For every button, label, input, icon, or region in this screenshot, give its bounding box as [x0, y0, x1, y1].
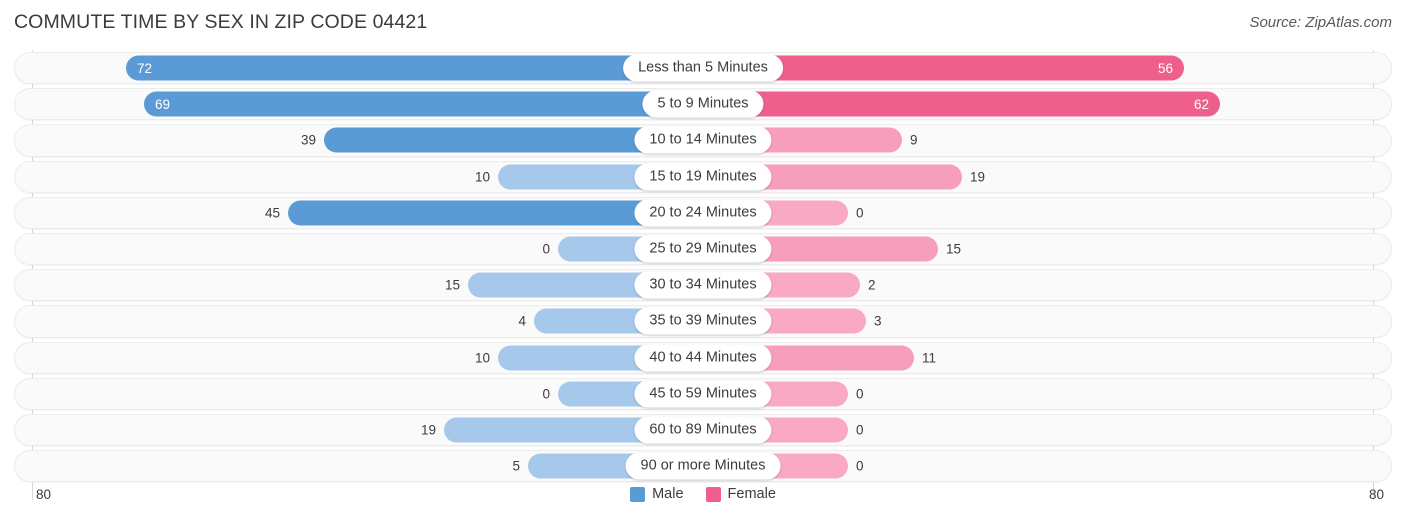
female-value-label: 2: [868, 277, 876, 293]
category-label: 35 to 39 Minutes: [634, 307, 772, 335]
legend-item[interactable]: Male: [630, 486, 684, 502]
male-value-label: 10: [474, 350, 490, 366]
source-attribution: Source: ZipAtlas.com: [1249, 14, 1392, 31]
category-label: 15 to 19 Minutes: [634, 163, 772, 191]
category-label: 60 to 89 Minutes: [634, 416, 772, 444]
female-value-label: 56: [1157, 60, 1173, 76]
male-bar[interactable]: 72: [126, 55, 703, 81]
female-value-label: 3: [874, 313, 882, 329]
male-value-label: 39: [300, 132, 316, 148]
bar-rows-container: 72 56 Less than 5 Minutes 69 62 5 to 9 Minute…: [0, 50, 1406, 484]
row-bars: 39 9 10 to 14 Minutes: [0, 122, 1406, 158]
commute-time-chart: COMMUTE TIME BY SEX IN ZIP CODE 04421 So…: [0, 0, 1406, 523]
female-value-label: 0: [856, 386, 864, 402]
male-value-label: 45: [264, 205, 280, 221]
male-value-label: 15: [444, 277, 460, 293]
female-value-label: 11: [922, 350, 937, 366]
chart-header: COMMUTE TIME BY SEX IN ZIP CODE 04421 So…: [0, 0, 1406, 46]
male-value-label: 10: [474, 169, 490, 185]
legend-label: Male: [652, 486, 684, 502]
category-label: 5 to 9 Minutes: [642, 90, 764, 118]
bar-row: 10 11 40 to 44 Minutes: [0, 340, 1406, 376]
bar-row: 4 3 35 to 39 Minutes: [0, 303, 1406, 339]
female-value-label: 9: [910, 132, 918, 148]
male-value-label: 5: [512, 458, 520, 474]
bar-row: 15 2 30 to 34 Minutes: [0, 267, 1406, 303]
bar-row: 5 0 90 or more Minutes: [0, 448, 1406, 484]
legend-item[interactable]: Female: [705, 486, 776, 502]
row-bars: 10 11 40 to 44 Minutes: [0, 340, 1406, 376]
row-bars: 0 15 25 to 29 Minutes: [0, 231, 1406, 267]
category-label: Less than 5 Minutes: [623, 54, 783, 82]
male-value-label: 4: [518, 313, 526, 329]
row-bars: 15 2 30 to 34 Minutes: [0, 267, 1406, 303]
row-bars: 19 0 60 to 89 Minutes: [0, 412, 1406, 448]
row-bars: 4 3 35 to 39 Minutes: [0, 303, 1406, 339]
female-value-label: 0: [856, 422, 864, 438]
bar-row: 19 0 60 to 89 Minutes: [0, 412, 1406, 448]
female-value-label: 19: [970, 169, 986, 185]
category-label: 10 to 14 Minutes: [634, 126, 772, 154]
female-value-label: 0: [856, 205, 864, 221]
category-label: 25 to 29 Minutes: [634, 235, 772, 263]
male-value-label: 69: [155, 96, 171, 112]
row-bars: 72 56 Less than 5 Minutes: [0, 50, 1406, 86]
female-value-label: 15: [946, 241, 962, 257]
row-bars: 0 0 45 to 59 Minutes: [0, 376, 1406, 412]
category-label: 90 or more Minutes: [625, 452, 781, 480]
bar-row: 0 0 45 to 59 Minutes: [0, 376, 1406, 412]
category-label: 20 to 24 Minutes: [634, 199, 772, 227]
row-bars: 69 62 5 to 9 Minutes: [0, 86, 1406, 122]
legend-swatch-icon: [630, 486, 646, 502]
bar-row: 72 56 Less than 5 Minutes: [0, 50, 1406, 86]
plot-area: 72 56 Less than 5 Minutes 69 62 5 to 9 Minute…: [0, 50, 1406, 500]
female-value-label: 0: [856, 458, 864, 474]
male-value-label: 19: [420, 422, 436, 438]
chart-footer: 80 80 Male Female: [0, 484, 1406, 523]
female-bar[interactable]: 62: [703, 91, 1220, 117]
bar-row: 39 9 10 to 14 Minutes: [0, 122, 1406, 158]
chart-legend: Male Female: [0, 486, 1406, 502]
bar-row: 69 62 5 to 9 Minutes: [0, 86, 1406, 122]
page-title: COMMUTE TIME BY SEX IN ZIP CODE 04421: [14, 11, 428, 33]
male-bar[interactable]: 69: [144, 91, 703, 117]
bar-row: 45 0 20 to 24 Minutes: [0, 195, 1406, 231]
legend-label: Female: [727, 486, 776, 502]
male-value-label: 0: [542, 241, 550, 257]
category-label: 40 to 44 Minutes: [634, 344, 772, 372]
row-bars: 10 19 15 to 19 Minutes: [0, 159, 1406, 195]
legend-swatch-icon: [705, 486, 721, 502]
category-label: 45 to 59 Minutes: [634, 380, 772, 408]
male-value-label: 72: [137, 60, 153, 76]
female-value-label: 62: [1193, 96, 1209, 112]
male-value-label: 0: [542, 386, 550, 402]
category-label: 30 to 34 Minutes: [634, 271, 772, 299]
bar-row: 10 19 15 to 19 Minutes: [0, 159, 1406, 195]
bar-row: 0 15 25 to 29 Minutes: [0, 231, 1406, 267]
row-bars: 5 0 90 or more Minutes: [0, 448, 1406, 484]
row-bars: 45 0 20 to 24 Minutes: [0, 195, 1406, 231]
